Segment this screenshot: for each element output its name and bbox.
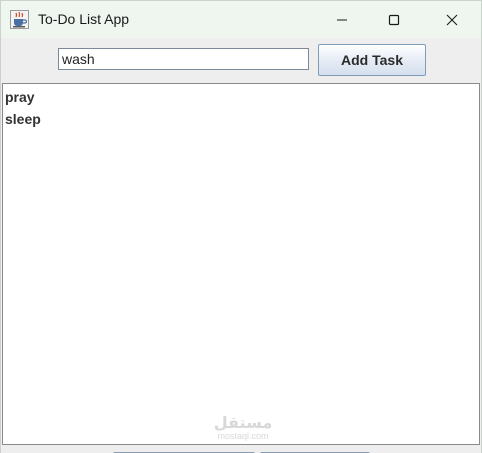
bottom-button-bar (1, 445, 481, 453)
java-cup-icon (10, 10, 29, 29)
list-item[interactable]: pray (3, 86, 479, 108)
app-window: To-Do List App Add Task pray sleep مستقل… (0, 0, 482, 453)
maximize-button[interactable] (371, 1, 417, 38)
close-button[interactable] (429, 1, 475, 38)
task-input[interactable] (58, 48, 309, 70)
add-task-button[interactable]: Add Task (318, 44, 426, 76)
window-title: To-Do List App (38, 11, 130, 27)
maximize-icon (388, 14, 400, 26)
title-bar[interactable]: To-Do List App (1, 1, 481, 38)
minimize-button[interactable] (319, 1, 365, 38)
list-item[interactable]: sleep (3, 108, 479, 130)
close-icon (446, 14, 458, 26)
input-toolbar: Add Task (1, 38, 481, 82)
task-list[interactable]: pray sleep (2, 83, 480, 445)
minimize-icon (336, 14, 348, 26)
